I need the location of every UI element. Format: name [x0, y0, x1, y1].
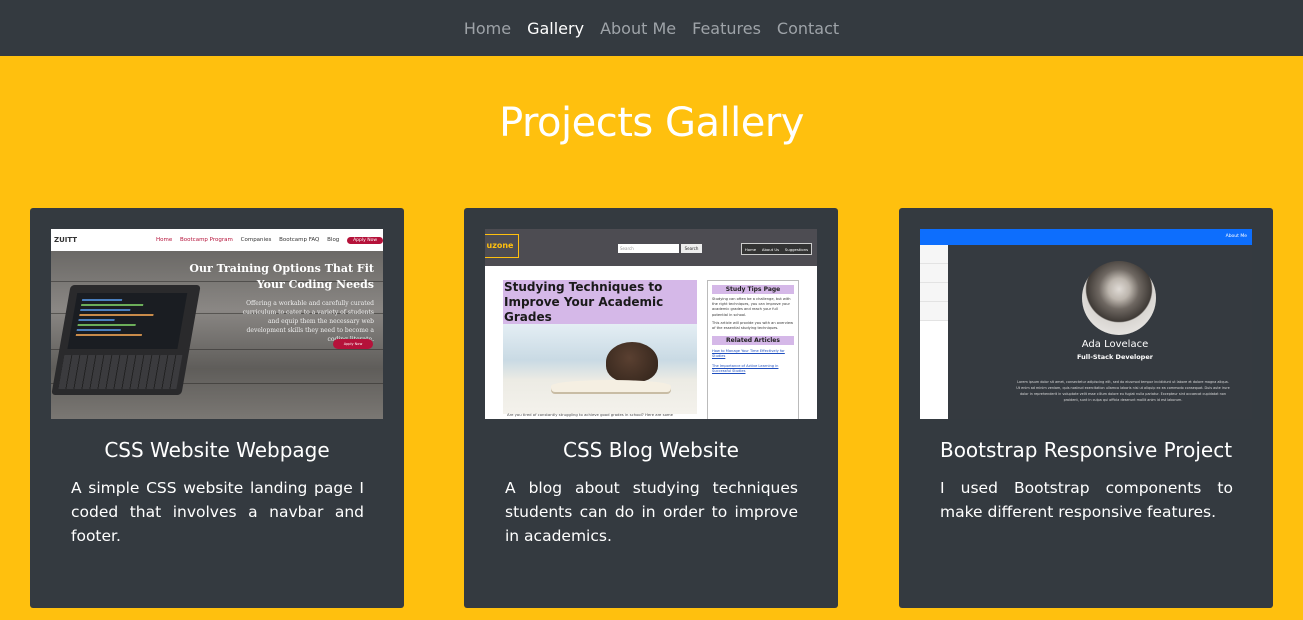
- thumb-logo: uzone: [485, 234, 519, 258]
- thumb-sidebar-title: Study Tips Page: [712, 285, 794, 294]
- thumb-logo: ZUITT: [54, 236, 78, 244]
- project-card-bootstrap[interactable]: About Me Ada Lovelace Full-Stack Develop…: [899, 208, 1273, 608]
- thumb-profile-role: Full-Stack Developer: [1077, 353, 1153, 361]
- thumb-navbar: About Me: [920, 229, 1252, 245]
- laptop-image: [51, 285, 201, 395]
- nav-link-gallery[interactable]: Gallery: [519, 19, 592, 38]
- card-description: A blog about studying techniques student…: [505, 479, 798, 545]
- project-thumbnail[interactable]: ZUITT Home Bootcamp Program Companies Bo…: [51, 229, 383, 419]
- thumb-profile-name: Ada Lovelace: [1081, 339, 1149, 350]
- thumb-hero-heading: Our Training Options That Fit Your Codin…: [189, 262, 374, 291]
- thumb-nav-item: Companies: [240, 236, 272, 243]
- thumb-hero-subtext: Offering a workable and carefully curate…: [242, 300, 374, 343]
- thumb-navbar: ZUITT Home Bootcamp Program Companies Bo…: [51, 229, 383, 251]
- thumb-nav-item: Blog: [327, 236, 340, 243]
- card-description: A simple CSS website landing page I code…: [71, 479, 364, 545]
- thumb-profile-section: Ada Lovelace Full-Stack Developer Lorem …: [948, 245, 1252, 419]
- thumb-article-caption: Are you tired of constantly struggling t…: [507, 412, 673, 417]
- thumb-header: uzone Search Search Home About Us Sugges…: [485, 229, 817, 266]
- thumb-article-photo: [503, 324, 697, 414]
- thumb-nav-item: Bootcamp FAQ: [279, 236, 320, 243]
- thumb-nav-item: Home: [156, 236, 173, 243]
- card-title: CSS Blog Website: [562, 438, 739, 462]
- card-title: Bootstrap Responsive Project: [939, 438, 1233, 462]
- card-title: CSS Website Webpage: [104, 438, 330, 462]
- thumb-cta-pill: Apply Now: [347, 236, 383, 244]
- nav-link-features[interactable]: Features: [684, 19, 769, 38]
- nav-link-home[interactable]: Home: [456, 19, 519, 38]
- nav-link-contact[interactable]: Contact: [769, 19, 847, 38]
- thumb-article: Studying Techniques to Improve Your Acad…: [503, 280, 697, 414]
- page-title: Projects Gallery: [499, 100, 804, 146]
- thumb-apply-button: Apply Now: [333, 339, 373, 349]
- thumb-search-input: Search: [618, 244, 679, 253]
- avatar: [1082, 261, 1156, 335]
- thumb-hero-image: Our Training Options That Fit Your Codin…: [51, 251, 383, 419]
- thumb-related-title: Related Articles: [712, 336, 794, 346]
- thumb-sidebar: Study Tips Page Studying can often be a …: [707, 280, 799, 419]
- project-card-css-blog[interactable]: uzone Search Search Home About Us Sugges…: [464, 208, 838, 608]
- project-card-css-website[interactable]: ZUITT Home Bootcamp Program Companies Bo…: [30, 208, 404, 608]
- card-description: I used Bootstrap components to make diff…: [940, 479, 1233, 521]
- project-thumbnail[interactable]: About Me Ada Lovelace Full-Stack Develop…: [920, 229, 1252, 419]
- thumb-related-link: How to Manage Your Time Effectively for …: [712, 349, 785, 359]
- nav-link-about-me[interactable]: About Me: [592, 19, 684, 38]
- project-thumbnail[interactable]: uzone Search Search Home About Us Sugges…: [485, 229, 817, 419]
- top-navbar: Home Gallery About Me Features Contact: [0, 0, 1303, 56]
- thumb-profile-bio: Lorem ipsum dolor sit amet, consectetur …: [1016, 380, 1230, 402]
- thumb-sidebar: [920, 245, 948, 419]
- thumb-nav: Home About Us Suggestions: [741, 243, 812, 255]
- thumb-nav-item: Bootcamp Program: [180, 236, 233, 243]
- thumb-search-button: Search: [681, 244, 702, 253]
- thumb-related-link: The Importance of Active Learning in Suc…: [712, 363, 779, 373]
- thumb-article-title: Studying Techniques to Improve Your Acad…: [503, 280, 697, 325]
- thumb-main: Studying Techniques to Improve Your Acad…: [485, 266, 817, 419]
